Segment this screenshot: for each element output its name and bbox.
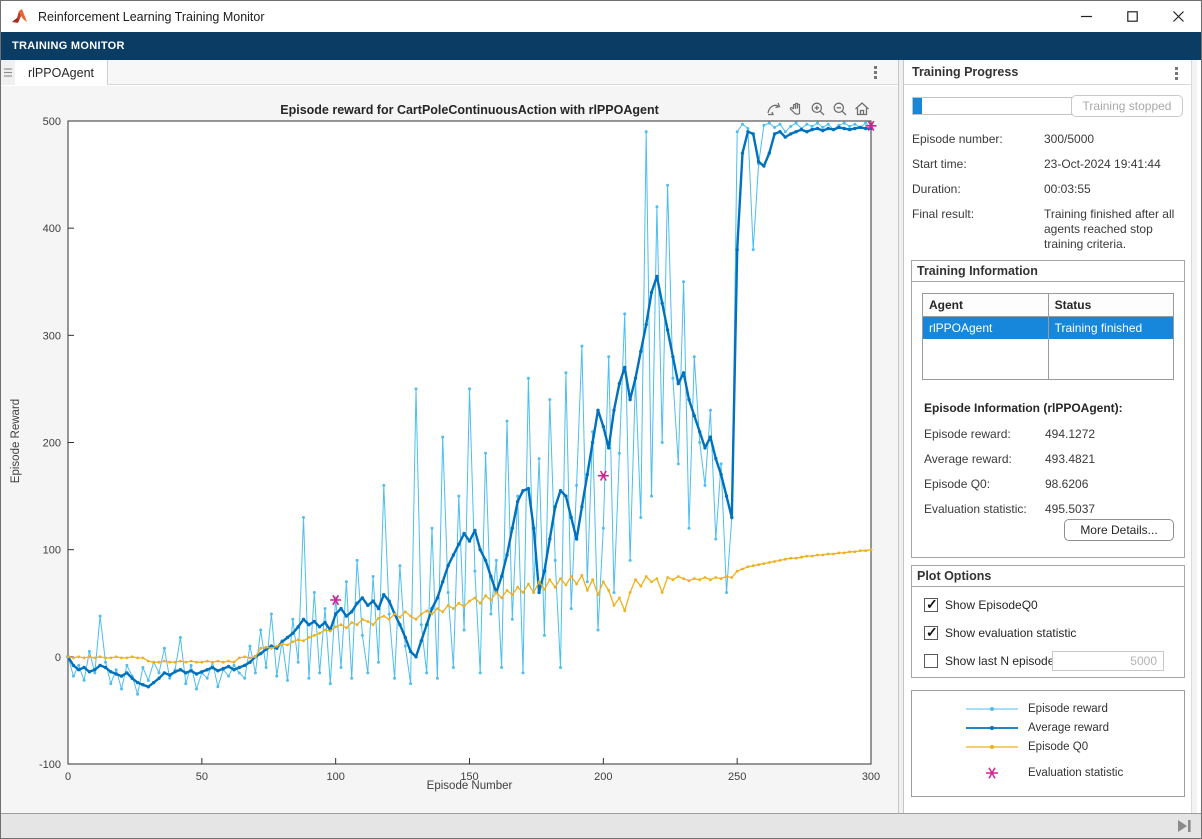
show-last-n-episodes-checkbox[interactable] bbox=[924, 654, 938, 668]
legend-average-reward-label: Average reward bbox=[1028, 722, 1109, 734]
average-reward-label: Average reward: bbox=[924, 452, 1012, 466]
chart-panel: 050100150200250300-1000100200300400500 E… bbox=[1, 86, 898, 814]
right-scrollbar-track[interactable] bbox=[1191, 60, 1197, 815]
show-evaluation-statistic-label: Show evaluation statistic bbox=[945, 626, 1076, 640]
right-panel-content: Training stopped Episode number: 300/500… bbox=[904, 86, 1191, 815]
legend-average-reward: Average reward bbox=[964, 721, 1109, 735]
legend-evaluation-statistic: Evaluation statistic bbox=[964, 766, 1123, 780]
episode-information-header: Episode Information (rlPPOAgent): bbox=[924, 401, 1123, 415]
more-details-button[interactable]: More Details... bbox=[1064, 519, 1174, 541]
svg-text:100: 100 bbox=[43, 545, 61, 557]
evaluation-statistic-label: Evaluation statistic: bbox=[924, 502, 1027, 516]
chart-column: rlPPOAgent 050100150200250300-1000100200… bbox=[1, 60, 898, 815]
episode-q0-value: 98.6206 bbox=[1045, 477, 1088, 491]
average-reward-swatch bbox=[964, 721, 1020, 735]
legend-episode-reward: Episode reward bbox=[964, 702, 1108, 716]
chart-title: Episode reward for CartPoleContinuousAct… bbox=[68, 103, 871, 117]
duration-value: 00:03:55 bbox=[1044, 182, 1194, 197]
start-time-value: 23-Oct-2024 19:41:44 bbox=[1044, 157, 1194, 172]
episode-reward-swatch bbox=[964, 702, 1020, 716]
training-stopped-button[interactable]: Training stopped bbox=[1071, 95, 1183, 117]
final-result-label: Final result: bbox=[912, 207, 974, 221]
export-icon[interactable] bbox=[765, 100, 783, 118]
x-axis-label: Episode Number bbox=[68, 780, 871, 792]
show-last-n-episodes-label: Show last N episodes bbox=[945, 654, 1060, 668]
show-episodeq0-label: Show EpisodeQ0 bbox=[945, 598, 1038, 612]
minimize-button[interactable] bbox=[1063, 1, 1109, 32]
evaluation-statistic-value: 495.5037 bbox=[1045, 502, 1095, 516]
training-information-box: Training Information AgentStatusrlPPOAge… bbox=[911, 260, 1185, 558]
svg-text:400: 400 bbox=[43, 223, 61, 235]
episode-q0-label: Episode Q0: bbox=[924, 477, 990, 491]
legend-episode-reward-label: Episode reward bbox=[1028, 703, 1108, 715]
svg-text:300: 300 bbox=[43, 330, 61, 342]
tab-overflow-icon[interactable] bbox=[1, 60, 15, 85]
show-evaluation-statistic-option[interactable]: Show evaluation statistic bbox=[924, 626, 1076, 640]
svg-text:0: 0 bbox=[55, 652, 61, 664]
episode-reward-value: 494.1272 bbox=[1045, 427, 1095, 441]
progress-row: Training stopped bbox=[912, 95, 1183, 117]
show-last-n-episodes-option[interactable]: Show last N episodes bbox=[924, 654, 1174, 668]
show-episodeq0-checkbox[interactable] bbox=[924, 598, 938, 612]
plot-options-box: Plot Options Show EpisodeQ0 Show evaluat… bbox=[911, 565, 1185, 678]
window-title: Reinforcement Learning Training Monitor bbox=[38, 10, 265, 24]
tab-rlppoagent[interactable]: rlPPOAgent bbox=[15, 60, 108, 85]
svg-text:500: 500 bbox=[43, 116, 61, 128]
zoom-out-icon[interactable] bbox=[831, 100, 849, 118]
training-progress-fill bbox=[913, 98, 922, 114]
legend-episode-q0: Episode Q0 bbox=[964, 740, 1088, 754]
panel-options-kebab-icon[interactable] bbox=[1167, 64, 1185, 82]
home-icon[interactable] bbox=[853, 100, 871, 118]
statusbar bbox=[1, 813, 1201, 838]
training-progress-panel: Training Progress Training stopped Episo… bbox=[904, 60, 1191, 815]
toolstrip: TRAINING MONITOR bbox=[1, 32, 1201, 60]
close-button[interactable] bbox=[1155, 1, 1201, 32]
training-progress-bar bbox=[912, 97, 1072, 115]
svg-text:-100: -100 bbox=[39, 759, 61, 771]
episode-number-value: 300/5000 bbox=[1044, 132, 1194, 147]
evaluation-statistic-swatch bbox=[964, 766, 1020, 780]
start-time-label: Start time: bbox=[912, 157, 967, 171]
chart-legend: Episode reward Average reward Episode Q0… bbox=[911, 690, 1185, 797]
app-window: Reinforcement Learning Training Monitor … bbox=[0, 0, 1202, 839]
matlab-logo-icon bbox=[11, 8, 29, 26]
legend-episode-q0-label: Episode Q0 bbox=[1028, 741, 1088, 753]
y-axis-label: Episode Reward bbox=[10, 386, 22, 496]
right-panel-header: Training Progress bbox=[904, 60, 1191, 85]
episode-reward-row: Episode reward: 494.1272 bbox=[924, 427, 1178, 441]
main-region: rlPPOAgent 050100150200250300-1000100200… bbox=[1, 60, 1201, 815]
show-episodeq0-option[interactable]: Show EpisodeQ0 bbox=[924, 598, 1038, 612]
last-n-episodes-input[interactable] bbox=[1052, 651, 1164, 671]
agent-status-table[interactable]: AgentStatusrlPPOAgentTraining finished bbox=[922, 293, 1174, 380]
zoom-in-icon[interactable] bbox=[809, 100, 827, 118]
legend-evaluation-statistic-label: Evaluation statistic bbox=[1028, 767, 1123, 779]
reward-chart-plot[interactable]: 050100150200250300-1000100200300400500 bbox=[1, 86, 898, 814]
maximize-button[interactable] bbox=[1109, 1, 1155, 32]
expand-panel-icon[interactable] bbox=[1175, 818, 1193, 834]
average-reward-row: Average reward: 493.4821 bbox=[924, 452, 1178, 466]
document-tab-bar: rlPPOAgent bbox=[1, 60, 898, 85]
pan-icon[interactable] bbox=[787, 100, 805, 118]
duration-label: Duration: bbox=[912, 182, 961, 196]
svg-text:200: 200 bbox=[43, 438, 61, 450]
toolstrip-tab-training-monitor[interactable]: TRAINING MONITOR bbox=[1, 32, 136, 60]
plot-options-header: Plot Options bbox=[912, 566, 1184, 587]
episode-q0-swatch bbox=[964, 740, 1020, 754]
average-reward-value: 493.4821 bbox=[1045, 452, 1095, 466]
show-evaluation-statistic-checkbox[interactable] bbox=[924, 626, 938, 640]
episode-q0-row: Episode Q0: 98.6206 bbox=[924, 477, 1178, 491]
right-panel-title: Training Progress bbox=[912, 65, 1018, 79]
episode-number-label: Episode number: bbox=[912, 132, 1003, 146]
evaluation-statistic-row: Evaluation statistic: 495.5037 bbox=[924, 502, 1178, 516]
training-information-header: Training Information bbox=[912, 261, 1184, 282]
episode-reward-label: Episode reward: bbox=[924, 427, 1011, 441]
titlebar: Reinforcement Learning Training Monitor bbox=[1, 1, 1201, 32]
tab-options-kebab-icon[interactable] bbox=[866, 63, 884, 81]
axes-toolbar bbox=[763, 99, 873, 119]
final-result-value: Training finished after all agents reach… bbox=[1044, 207, 1194, 252]
